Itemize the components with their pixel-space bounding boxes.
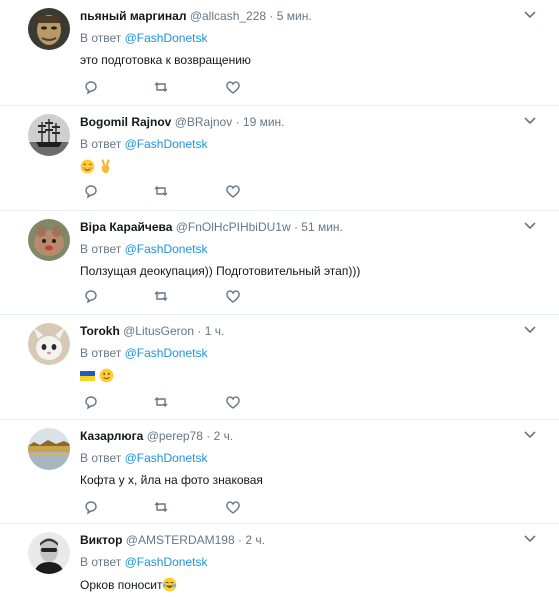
reply-context: В ответ @FashDonetsk	[80, 451, 208, 465]
author-name[interactable]: Bogomil Rajnov	[80, 115, 171, 129]
tweet-actions	[80, 393, 260, 413]
author-handle[interactable]: @perep78	[147, 429, 203, 443]
pet-photo-avatar[interactable]	[28, 219, 70, 261]
tweet-timestamp[interactable]: · 2 ч.	[238, 533, 265, 547]
reply-handle-link[interactable]: @FashDonetsk	[125, 31, 208, 45]
cartoon-character-avatar[interactable]	[28, 323, 70, 365]
reply-prefix: В ответ	[80, 346, 122, 360]
reply-handle-link[interactable]: @FashDonetsk	[125, 242, 208, 256]
author-handle[interactable]: @BRajnov	[175, 115, 233, 129]
reply-handle-link[interactable]: @FashDonetsk	[125, 137, 208, 151]
tweet-header: Віра Карайчева @FnOlHcPIHbiDU1w · 51 мин…	[80, 220, 343, 234]
tweet-feed: пьяный маргинал @allcash_228 · 5 мин. В …	[0, 0, 559, 597]
smiling-face-emoji	[80, 159, 95, 174]
author-name[interactable]: Torokh	[80, 324, 120, 338]
ukraine-flag-emoji	[80, 371, 95, 381]
tweet-timestamp[interactable]: · 19 мин.	[236, 115, 285, 129]
tweet-item[interactable]: Torokh @LitusGeron · 1 ч. В ответ @FashD…	[0, 315, 559, 420]
retweet-icon[interactable]	[152, 498, 170, 516]
heart-icon[interactable]	[224, 287, 242, 305]
chevron-down-icon[interactable]	[523, 115, 537, 125]
tweet-actions	[80, 78, 260, 98]
chevron-down-icon[interactable]	[523, 324, 537, 334]
tweet-item[interactable]: Виктор @AMSTERDAM198 · 2 ч. В ответ @Fas…	[0, 524, 559, 597]
tweet-actions	[80, 498, 260, 518]
reply-context: В ответ @FashDonetsk	[80, 31, 208, 45]
reply-icon[interactable]	[82, 78, 100, 96]
tweet-timestamp[interactable]: · 1 ч.	[197, 324, 224, 338]
reply-prefix: В ответ	[80, 137, 122, 151]
tweet-timestamp[interactable]: · 2 ч.	[206, 429, 233, 443]
reply-handle-link[interactable]: @FashDonetsk	[125, 555, 208, 569]
heart-icon[interactable]	[224, 78, 242, 96]
reply-context: В ответ @FashDonetsk	[80, 346, 208, 360]
author-handle[interactable]: @FnOlHcPIHbiDU1w	[176, 220, 291, 234]
tears-of-joy-emoji	[163, 577, 177, 592]
reply-handle-link[interactable]: @FashDonetsk	[125, 346, 208, 360]
tweet-header: пьяный маргинал @allcash_228 · 5 мин.	[80, 9, 312, 23]
author-handle[interactable]: @AMSTERDAM198	[126, 533, 235, 547]
heart-icon[interactable]	[224, 393, 242, 411]
chevron-down-icon[interactable]	[523, 533, 537, 543]
reply-icon[interactable]	[82, 182, 100, 200]
tweet-text: Орков поносит	[80, 577, 177, 592]
drunk-face-avatar[interactable]	[28, 8, 70, 50]
tweet-actions	[80, 287, 260, 307]
reply-prefix: В ответ	[80, 555, 122, 569]
landscape-avatar[interactable]	[28, 428, 70, 470]
victory-hand-emoji	[101, 159, 110, 174]
author-handle[interactable]: @LitusGeron	[123, 324, 194, 338]
reply-handle-link[interactable]: @FashDonetsk	[125, 451, 208, 465]
tweet-item[interactable]: Казарлюга @perep78 · 2 ч. В ответ @FashD…	[0, 420, 559, 524]
tweet-header: Виктор @AMSTERDAM198 · 2 ч.	[80, 533, 265, 547]
heart-icon[interactable]	[224, 182, 242, 200]
tweet-header: Torokh @LitusGeron · 1 ч.	[80, 324, 224, 338]
tweet-text-content: Орков поносит	[80, 578, 163, 592]
tweet-item[interactable]: пьяный маргинал @allcash_228 · 5 мин. В …	[0, 0, 559, 106]
tweet-text: Кофта у х, йла на фото знаковая	[80, 473, 263, 487]
chevron-down-icon[interactable]	[523, 9, 537, 19]
tweet-actions	[80, 182, 260, 202]
retweet-icon[interactable]	[152, 393, 170, 411]
tweet-timestamp[interactable]: · 5 мин.	[269, 9, 311, 23]
reply-icon[interactable]	[82, 498, 100, 516]
tweet-item[interactable]: Bogomil Rajnov @BRajnov · 19 мин. В отве…	[0, 106, 559, 211]
slight-smile-emoji	[100, 368, 114, 383]
man-portrait-avatar[interactable]	[28, 532, 70, 574]
retweet-icon[interactable]	[152, 287, 170, 305]
heart-icon[interactable]	[224, 498, 242, 516]
sailing-ship-avatar[interactable]	[28, 114, 70, 156]
tweet-text	[80, 368, 114, 383]
retweet-icon[interactable]	[152, 182, 170, 200]
reply-context: В ответ @FashDonetsk	[80, 555, 208, 569]
reply-icon[interactable]	[82, 287, 100, 305]
retweet-icon[interactable]	[152, 78, 170, 96]
tweet-header: Казарлюга @perep78 · 2 ч.	[80, 429, 233, 443]
author-name[interactable]: Віра Карайчева	[80, 220, 172, 234]
tweet-timestamp[interactable]: · 51 мин.	[294, 220, 343, 234]
reply-prefix: В ответ	[80, 31, 122, 45]
author-name[interactable]: Виктор	[80, 533, 122, 547]
reply-icon[interactable]	[82, 393, 100, 411]
reply-prefix: В ответ	[80, 451, 122, 465]
author-handle[interactable]: @allcash_228	[190, 9, 266, 23]
reply-prefix: В ответ	[80, 242, 122, 256]
author-name[interactable]: пьяный маргинал	[80, 9, 186, 23]
chevron-down-icon[interactable]	[523, 429, 537, 439]
tweet-header: Bogomil Rajnov @BRajnov · 19 мин.	[80, 115, 285, 129]
tweet-text: это подготовка к возвращению	[80, 53, 251, 67]
reply-context: В ответ @FashDonetsk	[80, 137, 208, 151]
author-name[interactable]: Казарлюга	[80, 429, 143, 443]
tweet-item[interactable]: Віра Карайчева @FnOlHcPIHbiDU1w · 51 мин…	[0, 211, 559, 315]
tweet-text: Ползущая деокупация)) Подготовительный э…	[80, 264, 361, 278]
chevron-down-icon[interactable]	[523, 220, 537, 230]
tweet-text	[80, 159, 113, 174]
reply-context: В ответ @FashDonetsk	[80, 242, 208, 256]
